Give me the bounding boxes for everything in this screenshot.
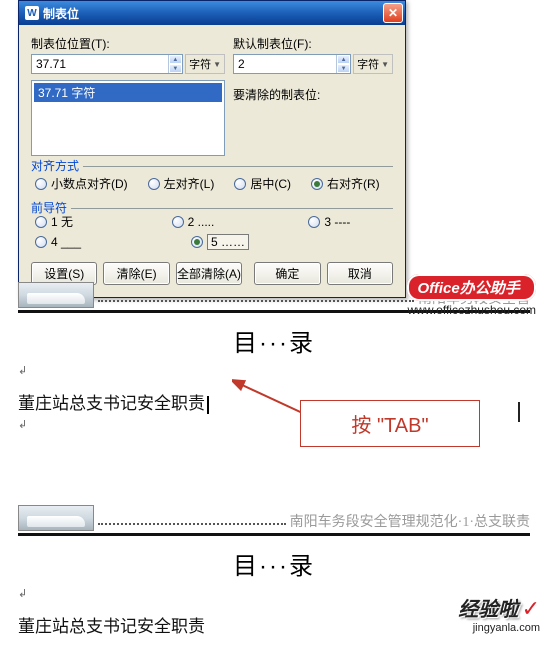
radio-icon — [35, 216, 47, 228]
footer-brand: 经验啦 — [458, 599, 518, 621]
footer-url: jingyanla.com — [458, 622, 540, 634]
document-preview-2: 南阳车务段安全管理规范化·1·总支联责 目···录 ↲ 董庄站总支书记安全职责 — [18, 501, 530, 637]
para-mark-icon: ↲ — [18, 587, 530, 600]
chevron-down-icon: ▼ — [213, 60, 221, 69]
alignment-title: 对齐方式 — [31, 157, 83, 174]
callout-text: 按 "TAB" — [300, 400, 480, 447]
callout-annotation: 按 "TAB" — [300, 400, 480, 447]
footer-watermark: 经验啦 ✓ jingyanla.com — [458, 593, 540, 634]
clear-tabs-label: 要清除的制表位: — [233, 86, 393, 103]
tab-position-input[interactable] — [32, 55, 168, 73]
divider — [18, 533, 530, 536]
image-placeholder — [18, 282, 94, 308]
spin-down-icon[interactable]: ▼ — [337, 64, 350, 73]
page-title: 目···录 — [18, 546, 530, 581]
page-title: 目···录 — [18, 323, 530, 358]
radio-left-align[interactable]: 左对齐(L) — [148, 175, 215, 192]
chevron-down-icon: ▼ — [381, 60, 389, 69]
leader-line — [98, 300, 414, 302]
radio-icon — [35, 236, 47, 248]
leader-title: 前导符 — [31, 199, 71, 216]
text-cursor-icon — [518, 402, 520, 422]
spin-up-icon[interactable]: ▲ — [337, 55, 350, 64]
default-tab-input[interactable] — [234, 55, 336, 73]
tab-position-label: 制表位位置(T): — [31, 35, 225, 52]
radio-decimal-align[interactable]: 小数点对齐(D) — [35, 175, 128, 192]
body-text: 董庄站总支书记安全职责 — [18, 612, 530, 637]
radio-icon — [234, 178, 246, 190]
radio-icon — [311, 178, 323, 190]
tab-stops-listbox[interactable]: 37.71 字符 — [31, 80, 225, 156]
badge-text: Office办公助手 — [407, 274, 536, 301]
radio-leader-dots[interactable]: 2 ..... — [172, 213, 253, 230]
image-placeholder — [18, 505, 94, 531]
spin-down-icon[interactable]: ▼ — [169, 64, 182, 73]
close-icon[interactable]: ✕ — [383, 3, 403, 23]
dialog-title: 制表位 — [43, 5, 383, 22]
radio-leader-underline[interactable]: 4 ___ — [35, 234, 135, 250]
dialog-titlebar[interactable]: W 制表位 ✕ — [19, 1, 405, 25]
radio-center-align[interactable]: 居中(C) — [234, 175, 291, 192]
leader-line — [98, 523, 286, 525]
badge-url: www.officezhushou.com — [407, 303, 536, 317]
check-icon: ✓ — [522, 596, 540, 621]
para-mark-icon: ↲ — [18, 364, 530, 377]
radio-icon — [191, 236, 203, 248]
radio-right-align[interactable]: 右对齐(R) — [311, 175, 380, 192]
radio-leader-dashes[interactable]: 3 ---- — [308, 213, 389, 230]
default-tab-label: 默认制表位(F): — [233, 35, 393, 52]
watermark-badge: Office办公助手 www.officezhushou.com — [407, 274, 536, 317]
app-icon: W — [25, 6, 39, 20]
text-cursor-icon — [207, 396, 209, 414]
tab-stops-dialog: W 制表位 ✕ 制表位位置(T): ▲ ▼ 字符▼ — [18, 0, 406, 298]
radio-icon — [172, 216, 184, 228]
radio-icon — [148, 178, 160, 190]
alignment-group: 对齐方式 小数点对齐(D) 左对齐(L) 居中(C) 右对齐(R) — [31, 166, 393, 198]
radio-icon — [308, 216, 320, 228]
radio-icon — [35, 178, 47, 190]
leader-group: 前导符 1 无 2 ..... 3 ---- 4 ___ — [31, 208, 393, 252]
list-item[interactable]: 37.71 字符 — [34, 83, 222, 102]
unit-dropdown[interactable]: 字符▼ — [353, 54, 393, 74]
spin-up-icon[interactable]: ▲ — [169, 55, 182, 64]
radio-leader-ellipsis[interactable]: 5 …… — [191, 234, 291, 250]
unit-dropdown[interactable]: 字符▼ — [185, 54, 225, 74]
header-text: 南阳车务段安全管理规范化·1·总支联责 — [290, 511, 530, 531]
